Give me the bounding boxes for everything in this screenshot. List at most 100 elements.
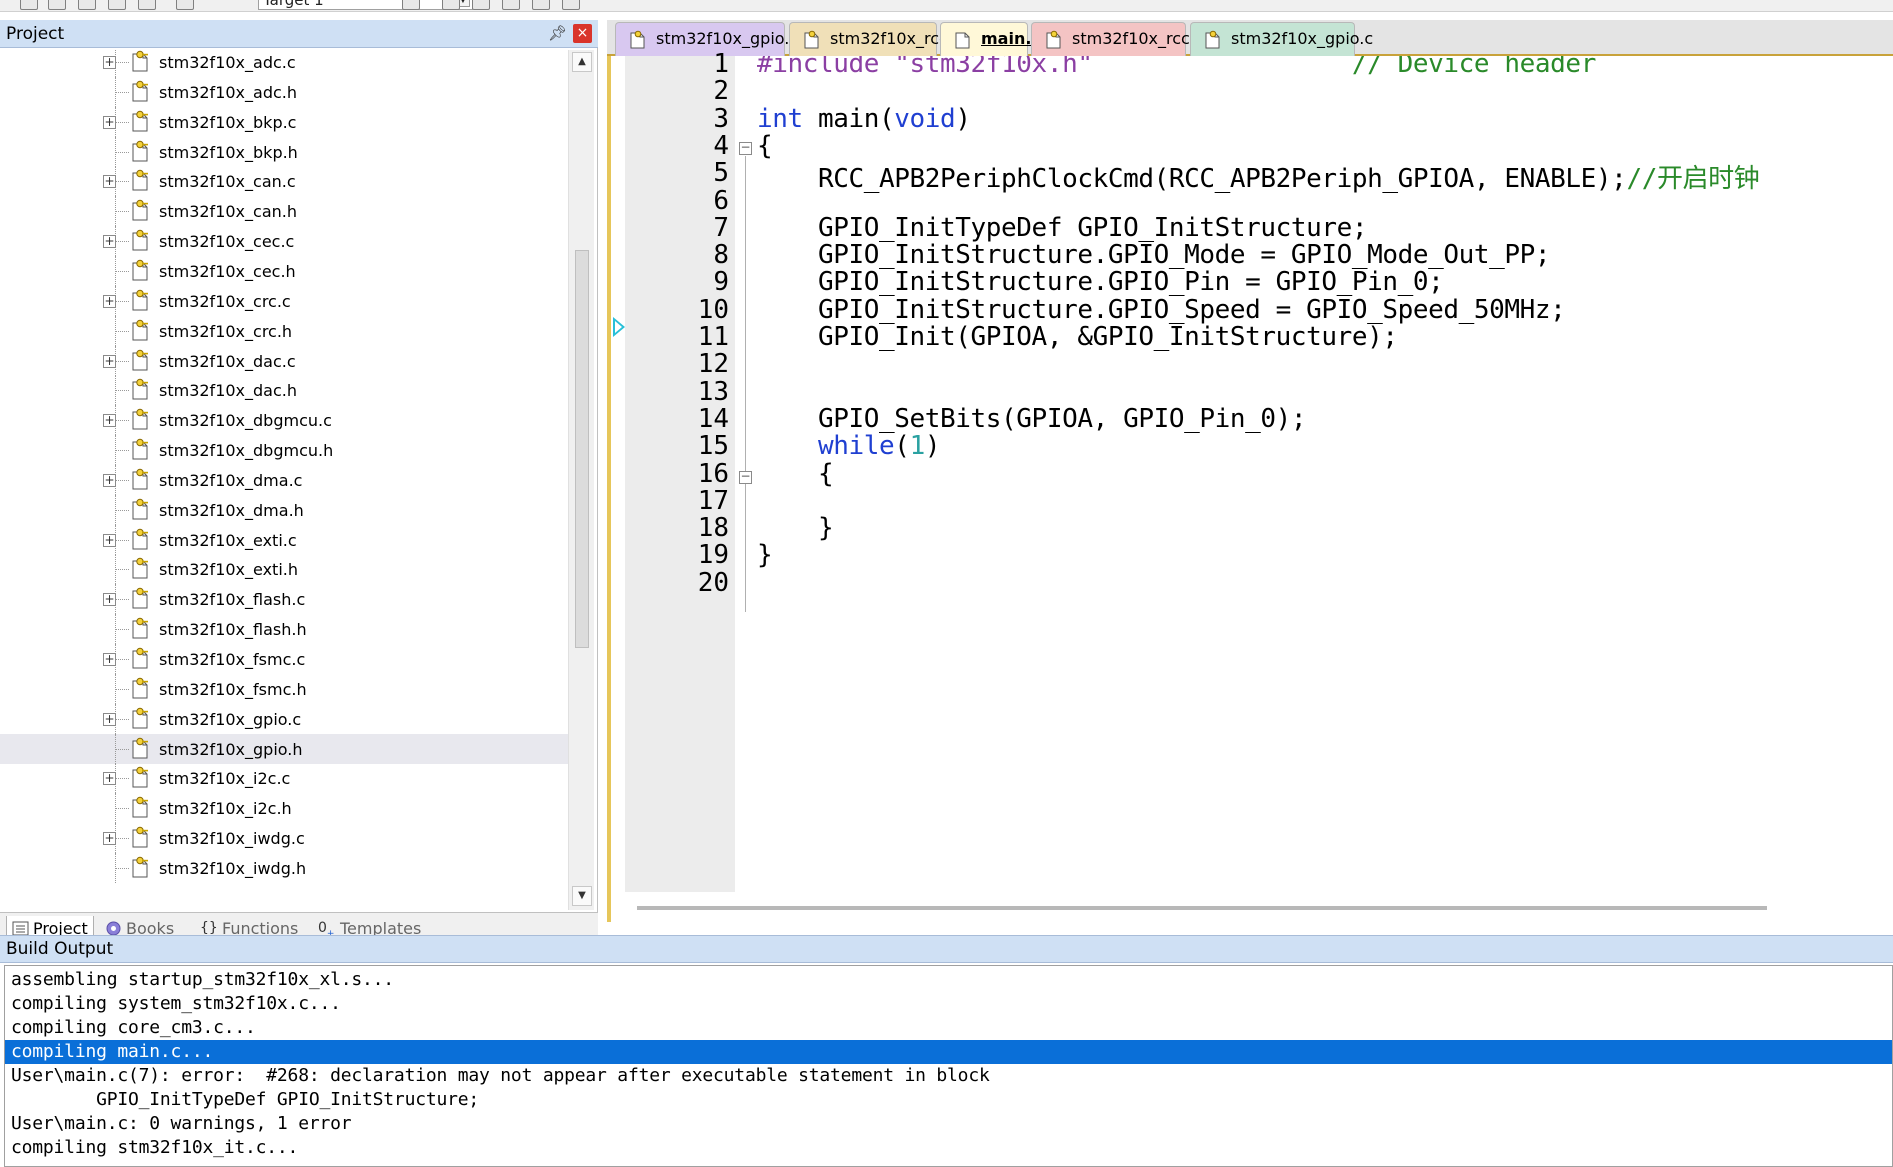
select-packs-icon[interactable] — [532, 0, 550, 10]
expand-plus-icon[interactable]: + — [103, 593, 116, 607]
tree-file-item[interactable]: + stm32f10x_fsmc.c — [0, 644, 568, 674]
tree-file-item[interactable]: + stm32f10x_dbgmcu.c — [0, 405, 568, 436]
target-select[interactable]: Target 1 ▼ — [258, 0, 473, 10]
expand-plus-icon[interactable]: + — [103, 832, 116, 846]
hscroll-thumb[interactable] — [637, 906, 1767, 910]
tree-file-item[interactable]: stm32f10x_dbgmcu.h — [0, 435, 568, 466]
tree-file-item[interactable]: + stm32f10x_i2c.c — [0, 763, 568, 794]
code-line[interactable]: int main(void) — [757, 104, 971, 134]
tree-file-item[interactable]: + stm32f10x_gpio.c — [0, 703, 568, 734]
fold-collapse-icon[interactable]: − — [739, 141, 752, 155]
build-output-line[interactable]: compiling system_stm32f10x.c... — [5, 992, 1892, 1016]
code-line[interactable]: #include "stm32f10x.h" // Device header — [757, 56, 1596, 79]
manage-components-icon[interactable] — [442, 0, 460, 10]
code-line[interactable]: GPIO_SetBits(GPIOA, GPIO_Pin_0); — [757, 404, 1307, 434]
code-area[interactable]: #include "stm32f10x.h" // Device header i… — [757, 56, 1887, 892]
expand-plus-icon[interactable]: + — [103, 414, 116, 428]
tree-file-item[interactable]: stm32f10x_dac.h — [0, 375, 568, 406]
scroll-up-icon[interactable]: ▲ — [572, 52, 592, 72]
download-icon[interactable] — [176, 0, 194, 10]
expand-plus-icon[interactable]: + — [103, 653, 116, 666]
tree-file-item[interactable]: stm32f10x_flash.h — [0, 614, 568, 645]
tree-file-item[interactable]: stm32f10x_adc.h — [0, 76, 568, 107]
expand-plus-icon[interactable]: + — [103, 712, 116, 726]
tree-file-label: stm32f10x_can.h — [159, 202, 297, 222]
source-file-icon — [132, 737, 148, 759]
expand-plus-icon[interactable]: + — [103, 115, 116, 129]
tree-file-item[interactable]: stm32f10x_gpio.h — [0, 733, 568, 764]
code-line[interactable]: GPIO_Init(GPIOA, &GPIO_InitStructure); — [757, 322, 1398, 352]
code-line[interactable]: RCC_APB2PeriphClockCmd(RCC_APB2Periph_GP… — [757, 158, 1760, 194]
tree-file-item[interactable]: + stm32f10x_crc.c — [0, 285, 568, 316]
code-line[interactable]: } — [757, 513, 834, 543]
editor-horizontal-scrollbar[interactable] — [637, 901, 1887, 915]
expand-plus-icon[interactable]: + — [103, 473, 116, 487]
pack-installer-icon[interactable] — [502, 0, 520, 10]
code-line[interactable]: GPIO_InitStructure.GPIO_Mode = GPIO_Mode… — [757, 240, 1551, 270]
expand-plus-icon[interactable]: + — [103, 772, 116, 786]
pin-icon[interactable]: 📌︎ — [548, 24, 567, 42]
code-line[interactable]: GPIO_InitStructure.GPIO_Speed = GPIO_Spe… — [757, 295, 1566, 325]
code-line[interactable]: { — [757, 131, 773, 161]
code-line[interactable]: GPIO_InitStructure.GPIO_Pin = GPIO_Pin_0… — [757, 267, 1444, 297]
tree-file-item[interactable]: stm32f10x_fsmc.h — [0, 673, 568, 704]
expand-plus-icon[interactable]: + — [103, 56, 116, 69]
tree-file-item[interactable]: + stm32f10x_bkp.c — [0, 106, 568, 137]
project-panel-header: Project 📌︎ × — [0, 20, 598, 48]
build-output-line[interactable]: compiling core_cm3.c... — [5, 1016, 1892, 1040]
editor-tab[interactable]: main.c — [940, 22, 1041, 56]
tree-file-item[interactable]: + stm32f10x_can.c — [0, 166, 568, 197]
tree-file-item[interactable]: stm32f10x_crc.h — [0, 315, 568, 346]
code-line[interactable]: while(1) — [757, 431, 940, 461]
build-output-line[interactable]: GPIO_InitTypeDef GPIO_InitStructure; — [5, 1088, 1892, 1112]
fold-collapse-icon[interactable]: − — [739, 470, 752, 484]
tree-file-item[interactable]: stm32f10x_bkp.h — [0, 136, 568, 167]
batch-build-icon[interactable] — [472, 0, 490, 10]
build-output-line[interactable]: assembling startup_stm32f10x_xl.s... — [5, 968, 1892, 992]
expand-plus-icon[interactable]: + — [103, 533, 116, 547]
build-output-line[interactable]: compiling stm32f10x_it.c... — [5, 1136, 1892, 1160]
code-line[interactable]: } — [757, 540, 773, 570]
save-icon[interactable] — [48, 0, 66, 10]
editor-tab[interactable]: stm32f10x_rcc.c — [1031, 22, 1204, 56]
fold-gutter: − − — [735, 56, 753, 892]
build-output-line[interactable]: compiling main.c... — [5, 1040, 1892, 1064]
tree-file-item[interactable]: + stm32f10x_iwdg.c — [0, 823, 568, 854]
code-line[interactable]: GPIO_InitTypeDef GPIO_InitStructure; — [757, 213, 1368, 243]
expand-plus-icon[interactable]: + — [103, 175, 116, 189]
build-output-log[interactable]: assembling startup_stm32f10x_xl.s... comp… — [4, 965, 1893, 1167]
code-line[interactable]: { — [757, 459, 834, 489]
open-file-icon[interactable] — [20, 0, 38, 10]
tree-file-item[interactable]: stm32f10x_i2c.h — [0, 793, 568, 824]
scroll-thumb[interactable] — [575, 250, 589, 648]
expand-plus-icon[interactable]: + — [103, 294, 116, 308]
expand-plus-icon[interactable]: + — [103, 235, 116, 249]
tree-file-item[interactable]: stm32f10x_can.h — [0, 196, 568, 227]
editor-tab[interactable]: stm32f10x_rcc.h — [789, 22, 963, 56]
tree-file-item[interactable]: stm32f10x_exti.h — [0, 554, 568, 585]
start-debug-icon[interactable] — [562, 0, 580, 10]
tree-file-item[interactable]: + stm32f10x_flash.c — [0, 584, 568, 615]
tree-scrollbar[interactable]: ▲ ▼ — [568, 50, 594, 910]
build-output-line[interactable]: User\main.c: 0 warnings, 1 error — [5, 1112, 1892, 1136]
target-options-icon[interactable] — [402, 0, 420, 10]
tree-file-item[interactable]: + stm32f10x_dma.c — [0, 464, 568, 495]
rebuild-icon[interactable] — [138, 0, 156, 10]
build-icon[interactable] — [108, 0, 126, 10]
build-output-line[interactable]: User\main.c(7): error: #268: declaration… — [5, 1064, 1892, 1088]
tree-file-item[interactable]: stm32f10x_cec.h — [0, 255, 568, 286]
tree-file-item[interactable]: stm32f10x_iwdg.h — [0, 852, 568, 883]
tree-file-item[interactable]: + stm32f10x_adc.c — [0, 50, 568, 77]
line-number-gutter: 1 2 3 4 5 6 7 8 9 10 11 12 13 14 15 16 17 18 19 20 — [625, 49, 735, 892]
tree-file-item[interactable]: stm32f10x_dma.h — [0, 494, 568, 525]
breakpoint-margin[interactable] — [611, 56, 625, 892]
close-icon[interactable]: × — [573, 24, 592, 43]
save-all-icon[interactable] — [78, 0, 96, 10]
code-editor[interactable]: 1 2 3 4 5 6 7 8 9 10 11 12 13 14 15 16 17 18 19 20 − − #inc… — [607, 49, 1893, 922]
tree-file-item[interactable]: + stm32f10x_exti.c — [0, 524, 568, 555]
editor-tab[interactable]: stm32f10x_gpio.c — [1190, 22, 1373, 56]
tree-file-item[interactable]: + stm32f10x_dac.c — [0, 345, 568, 376]
scroll-down-icon[interactable]: ▼ — [572, 886, 592, 906]
tree-file-item[interactable]: + stm32f10x_cec.c — [0, 226, 568, 257]
expand-plus-icon[interactable]: + — [103, 354, 116, 368]
